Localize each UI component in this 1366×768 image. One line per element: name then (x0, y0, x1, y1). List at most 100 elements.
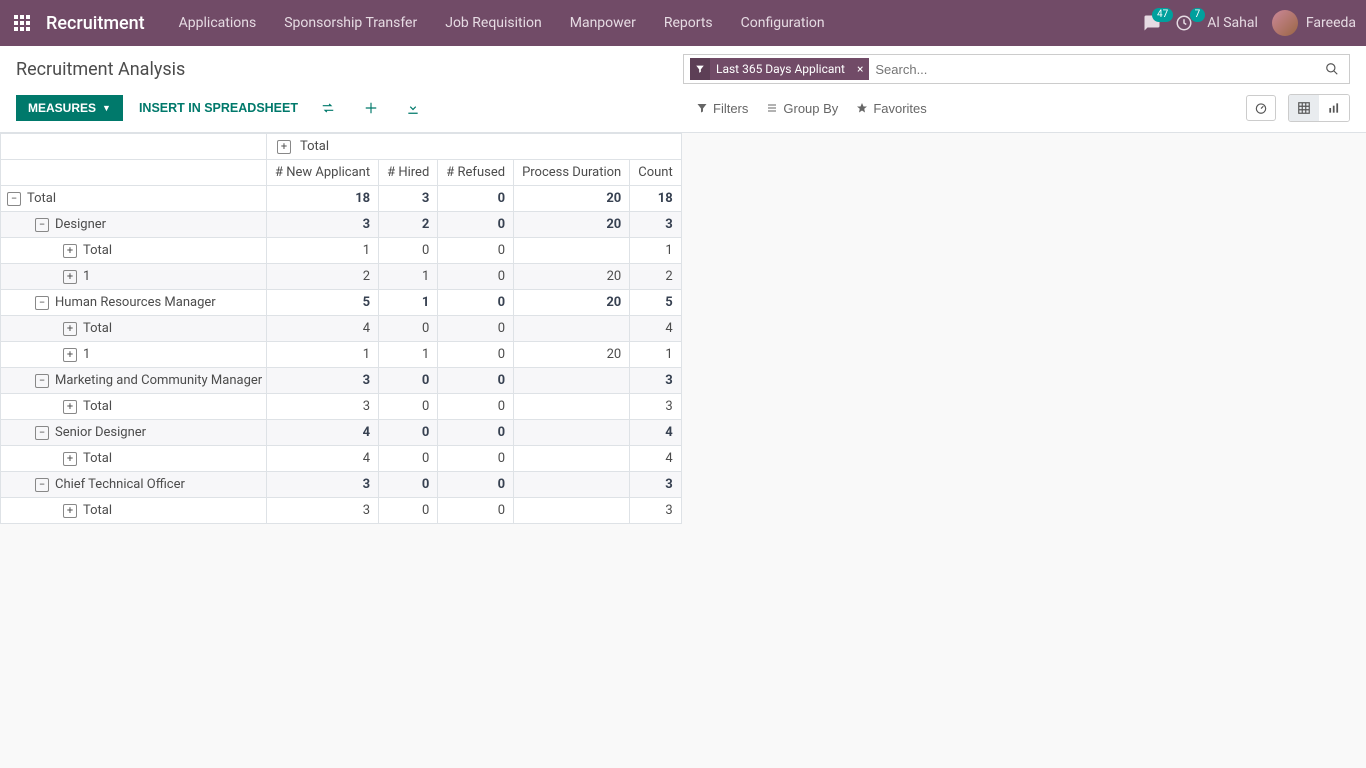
table-cell[interactable]: 4 (267, 316, 379, 342)
table-cell[interactable]: 4 (630, 316, 681, 342)
menu-sponsorship-transfer[interactable]: Sponsorship Transfer (270, 0, 431, 46)
company-switcher[interactable]: Al Sahal (1207, 15, 1258, 31)
minus-icon[interactable]: − (35, 426, 49, 440)
measure-header[interactable]: # Hired (379, 160, 438, 186)
row-header[interactable]: −Designer (1, 212, 267, 238)
table-cell[interactable]: 0 (438, 342, 514, 368)
menu-applications[interactable]: Applications (165, 0, 271, 46)
row-header[interactable]: +1 (1, 264, 267, 290)
plus-icon[interactable]: + (63, 348, 77, 362)
table-cell[interactable] (514, 446, 630, 472)
table-cell[interactable]: 5 (630, 290, 681, 316)
search-icon[interactable] (1321, 62, 1343, 76)
table-cell[interactable] (514, 472, 630, 498)
table-cell[interactable]: 0 (438, 212, 514, 238)
apps-icon[interactable] (10, 11, 34, 35)
table-cell[interactable]: 3 (630, 212, 681, 238)
user-menu[interactable]: Fareeda (1272, 10, 1356, 36)
plus-icon[interactable]: + (277, 140, 291, 154)
row-header[interactable]: +Total (1, 394, 267, 420)
table-cell[interactable]: 0 (438, 420, 514, 446)
pivot-col-group[interactable]: + Total (267, 134, 682, 160)
search-bar[interactable]: Last 365 Days Applicant × (683, 54, 1350, 84)
plus-icon[interactable]: + (63, 400, 77, 414)
measure-header[interactable]: # Refused (438, 160, 514, 186)
minus-icon[interactable]: − (35, 296, 49, 310)
table-cell[interactable]: 2 (379, 212, 438, 238)
table-cell[interactable]: 0 (438, 316, 514, 342)
minus-icon[interactable]: − (35, 218, 49, 232)
table-cell[interactable]: 1 (630, 342, 681, 368)
table-cell[interactable]: 0 (379, 446, 438, 472)
table-cell[interactable]: 18 (630, 186, 681, 212)
table-cell[interactable]: 0 (438, 498, 514, 524)
plus-icon[interactable]: + (63, 504, 77, 518)
row-header[interactable]: +Total (1, 316, 267, 342)
table-cell[interactable]: 4 (630, 446, 681, 472)
table-cell[interactable]: 20 (514, 264, 630, 290)
table-cell[interactable]: 4 (267, 446, 379, 472)
table-cell[interactable]: 0 (438, 290, 514, 316)
expand-all-icon[interactable] (358, 97, 384, 119)
table-cell[interactable] (514, 420, 630, 446)
filters-button[interactable]: Filters (696, 101, 748, 116)
pivot-view-icon[interactable] (1289, 95, 1319, 121)
measure-header[interactable]: # New Applicant (267, 160, 379, 186)
table-cell[interactable]: 0 (438, 238, 514, 264)
table-cell[interactable]: 0 (379, 316, 438, 342)
table-cell[interactable]: 3 (267, 472, 379, 498)
table-cell[interactable]: 2 (267, 264, 379, 290)
row-header[interactable]: +Total (1, 446, 267, 472)
graph-view-icon[interactable] (1319, 95, 1349, 121)
messages-icon[interactable]: 47 (1143, 14, 1161, 32)
table-cell[interactable]: 20 (514, 186, 630, 212)
table-cell[interactable]: 0 (438, 472, 514, 498)
row-header[interactable]: +1 (1, 342, 267, 368)
table-cell[interactable]: 0 (379, 394, 438, 420)
chip-remove-icon[interactable]: × (851, 62, 869, 76)
table-cell[interactable]: 20 (514, 212, 630, 238)
table-cell[interactable]: 0 (379, 238, 438, 264)
table-cell[interactable] (514, 368, 630, 394)
minus-icon[interactable]: − (35, 374, 49, 388)
table-cell[interactable]: 0 (379, 472, 438, 498)
measure-header[interactable]: Count (630, 160, 681, 186)
row-header[interactable]: −Total (1, 186, 267, 212)
menu-configuration[interactable]: Configuration (727, 0, 839, 46)
table-cell[interactable] (514, 238, 630, 264)
plus-icon[interactable]: + (63, 244, 77, 258)
table-cell[interactable]: 3 (630, 368, 681, 394)
row-header[interactable]: −Chief Technical Officer (1, 472, 267, 498)
table-cell[interactable]: 1 (630, 238, 681, 264)
menu-job-requisition[interactable]: Job Requisition (431, 0, 556, 46)
plus-icon[interactable]: + (63, 452, 77, 466)
minus-icon[interactable]: − (35, 478, 49, 492)
table-cell[interactable]: 3 (267, 212, 379, 238)
table-cell[interactable] (514, 394, 630, 420)
table-cell[interactable]: 3 (630, 472, 681, 498)
table-cell[interactable]: 5 (267, 290, 379, 316)
table-cell[interactable]: 0 (438, 368, 514, 394)
plus-icon[interactable]: + (63, 322, 77, 336)
menu-manpower[interactable]: Manpower (556, 0, 650, 46)
download-icon[interactable] (400, 97, 426, 119)
measure-header[interactable]: Process Duration (514, 160, 630, 186)
table-cell[interactable]: 0 (379, 368, 438, 394)
table-cell[interactable]: 20 (514, 290, 630, 316)
dashboard-view-icon[interactable] (1246, 95, 1276, 121)
table-cell[interactable] (514, 498, 630, 524)
table-cell[interactable]: 1 (379, 290, 438, 316)
table-cell[interactable]: 0 (438, 446, 514, 472)
table-cell[interactable]: 3 (379, 186, 438, 212)
table-cell[interactable]: 3 (630, 498, 681, 524)
search-input[interactable] (875, 62, 1321, 77)
flip-axis-icon[interactable] (314, 97, 342, 119)
activities-icon[interactable]: 7 (1175, 14, 1193, 32)
table-cell[interactable]: 1 (267, 238, 379, 264)
table-cell[interactable]: 1 (379, 264, 438, 290)
table-cell[interactable]: 0 (438, 264, 514, 290)
measures-button[interactable]: Measures ▼ (16, 95, 123, 121)
groupby-button[interactable]: Group By (766, 101, 838, 116)
table-cell[interactable]: 0 (379, 420, 438, 446)
table-cell[interactable] (514, 316, 630, 342)
